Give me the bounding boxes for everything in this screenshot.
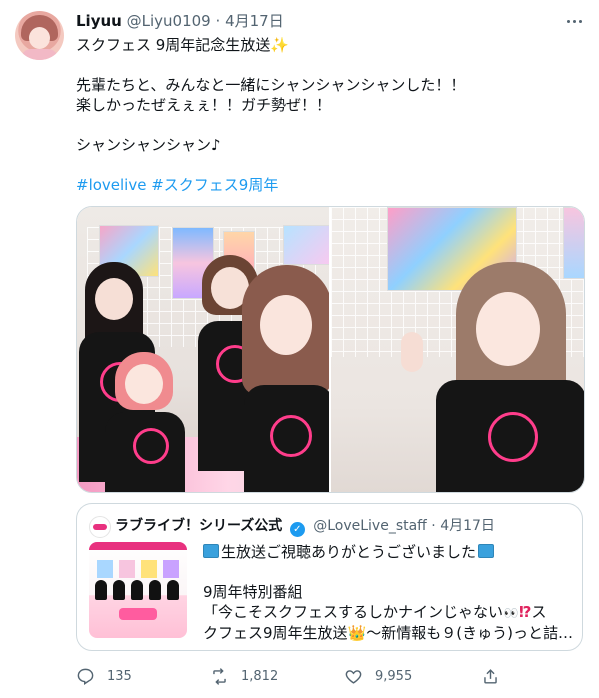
- like-icon: [345, 669, 362, 684]
- avatar-face: [29, 27, 50, 49]
- quoted-date: 4月17日: [440, 518, 495, 534]
- quoted-thumbnail: [89, 542, 187, 638]
- quoted-author-handle: @LoveLive_staff: [313, 518, 427, 534]
- eyes-icon: 👀: [503, 606, 519, 620]
- tweet-line-3: 先輩たちと、みんなと一緒にシャンシャンシャンした！！: [76, 76, 466, 94]
- avatar-shirt: [21, 49, 58, 60]
- quoted-avatar: [89, 516, 111, 538]
- quoted-line-4b: ス: [531, 603, 547, 621]
- more-icon[interactable]: [560, 11, 588, 31]
- tv-icon: [478, 544, 495, 558]
- quoted-line-5b: 〜新情報も９(きゅう)っと詰…: [366, 624, 573, 642]
- retweet-count: 1,812: [241, 668, 279, 684]
- quoted-line-1: 生放送ご視聴ありがとうございました: [221, 543, 477, 561]
- quoted-tweet[interactable]: ラブライブ！シリーズ公式 ✓ @LoveLive_staff · 4月17日 生…: [76, 503, 583, 651]
- crown-icon: 👑: [347, 624, 367, 642]
- like-count: 9,955: [375, 668, 413, 684]
- reply-count: 135: [107, 668, 132, 684]
- author-name[interactable]: Liyuu: [76, 12, 122, 30]
- quoted-header: ラブライブ！シリーズ公式 ✓ @LoveLive_staff · 4月17日: [115, 516, 495, 537]
- quoted-dot: ·: [431, 518, 436, 534]
- tweet-date[interactable]: 4月17日: [225, 12, 284, 30]
- quoted-author-name: ラブライブ！シリーズ公式: [115, 518, 283, 534]
- share-icon: [484, 668, 497, 684]
- sparkle-icon: ✨: [270, 36, 290, 54]
- exclamation-question-icon: ⁉: [519, 603, 532, 621]
- quoted-line-4a: 「今こそスクフェスするしかナインじゃない: [203, 603, 504, 621]
- photo-solo[interactable]: [331, 207, 584, 492]
- reply-button[interactable]: 135: [76, 667, 210, 686]
- share-button[interactable]: [481, 667, 512, 686]
- tweet-header: Liyuu @Liyu0109 · 4月17日: [76, 11, 284, 31]
- tv-icon: [203, 544, 219, 558]
- action-bar: 135 1,812 9,955: [76, 661, 581, 691]
- header-dot: ·: [215, 12, 221, 30]
- retweet-button[interactable]: 1,812: [210, 667, 344, 686]
- tweet-line-1: スクフェス 9周年記念生放送: [76, 36, 271, 54]
- reply-icon: [77, 668, 94, 685]
- tweet-text: スクフェス 9周年記念生放送✨ 先輩たちと、みんなと一緒にシャンシャンシャンした…: [76, 35, 581, 195]
- verified-icon: ✓: [289, 522, 305, 537]
- tweet-line-4: 楽しかったぜえぇぇ！！ガチ勢ぜ！！: [76, 96, 332, 114]
- author-avatar[interactable]: [15, 11, 64, 60]
- quoted-line-3: 9周年特別番組: [203, 583, 303, 601]
- retweet-icon: [213, 667, 226, 685]
- author-handle[interactable]: @Liyu0109: [127, 12, 211, 30]
- tweet-line-6: シャンシャンシャン♪: [76, 136, 221, 154]
- like-button[interactable]: 9,955: [344, 667, 478, 686]
- hashtags[interactable]: #lovelive #スクフェス9周年: [76, 175, 581, 195]
- photo-group[interactable]: [77, 207, 329, 492]
- quoted-text: 生放送ご視聴ありがとうございました 9周年特別番組 「今こそスクフェスするしかナ…: [203, 542, 573, 643]
- quoted-line-5a: クフェス9周年生放送: [203, 624, 348, 642]
- media-grid[interactable]: [76, 206, 585, 493]
